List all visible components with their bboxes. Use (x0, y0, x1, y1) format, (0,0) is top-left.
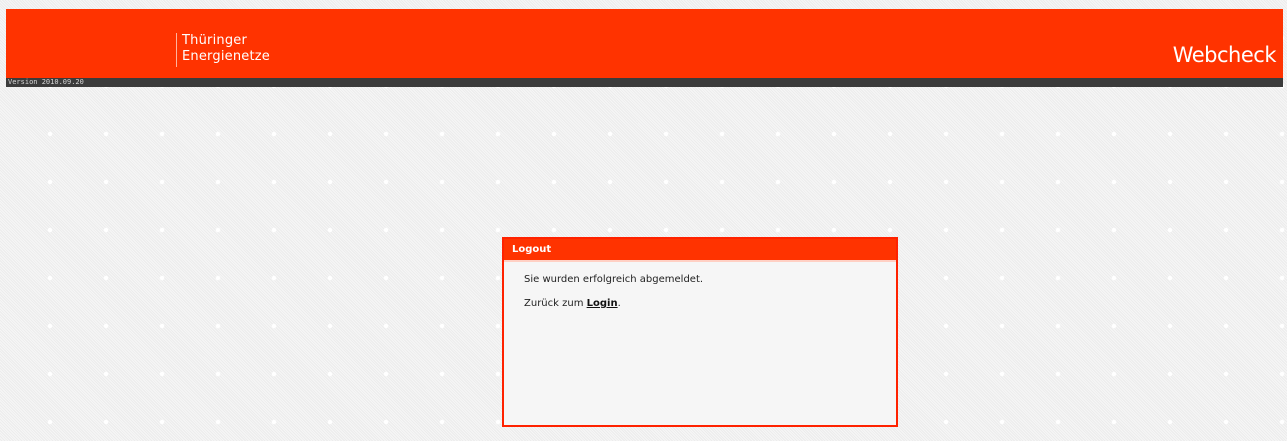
brand-divider (176, 33, 177, 67)
brand-logo: Thüringer Energienetze (182, 33, 270, 65)
back-suffix: . (617, 298, 621, 309)
logout-message: Sie wurden erfolgreich abgemeldet. (524, 274, 704, 285)
brand-line-1: Thüringer (182, 33, 248, 48)
header-bar: Thüringer Energienetze Webcheck (6, 9, 1283, 78)
version-text: Version 2010.09.20 (8, 78, 84, 86)
back-prefix: Zurück zum (524, 298, 587, 309)
page: Thüringer Energienetze Webcheck Version … (6, 9, 1283, 441)
logout-panel: Logout Sie wurden erfolgreich abgemeldet… (502, 237, 898, 427)
brand-line-2: Energienetze (182, 49, 270, 64)
logout-panel-title: Logout (504, 239, 896, 262)
version-bar: Version 2010.09.20 (6, 78, 1283, 87)
app-title: Webcheck (1172, 43, 1277, 67)
login-link[interactable]: Login (587, 298, 618, 309)
back-to-login-line: Zurück zum Login. (524, 298, 896, 310)
logout-panel-body: Sie wurden erfolgreich abgemeldet. Zurüc… (504, 262, 896, 310)
